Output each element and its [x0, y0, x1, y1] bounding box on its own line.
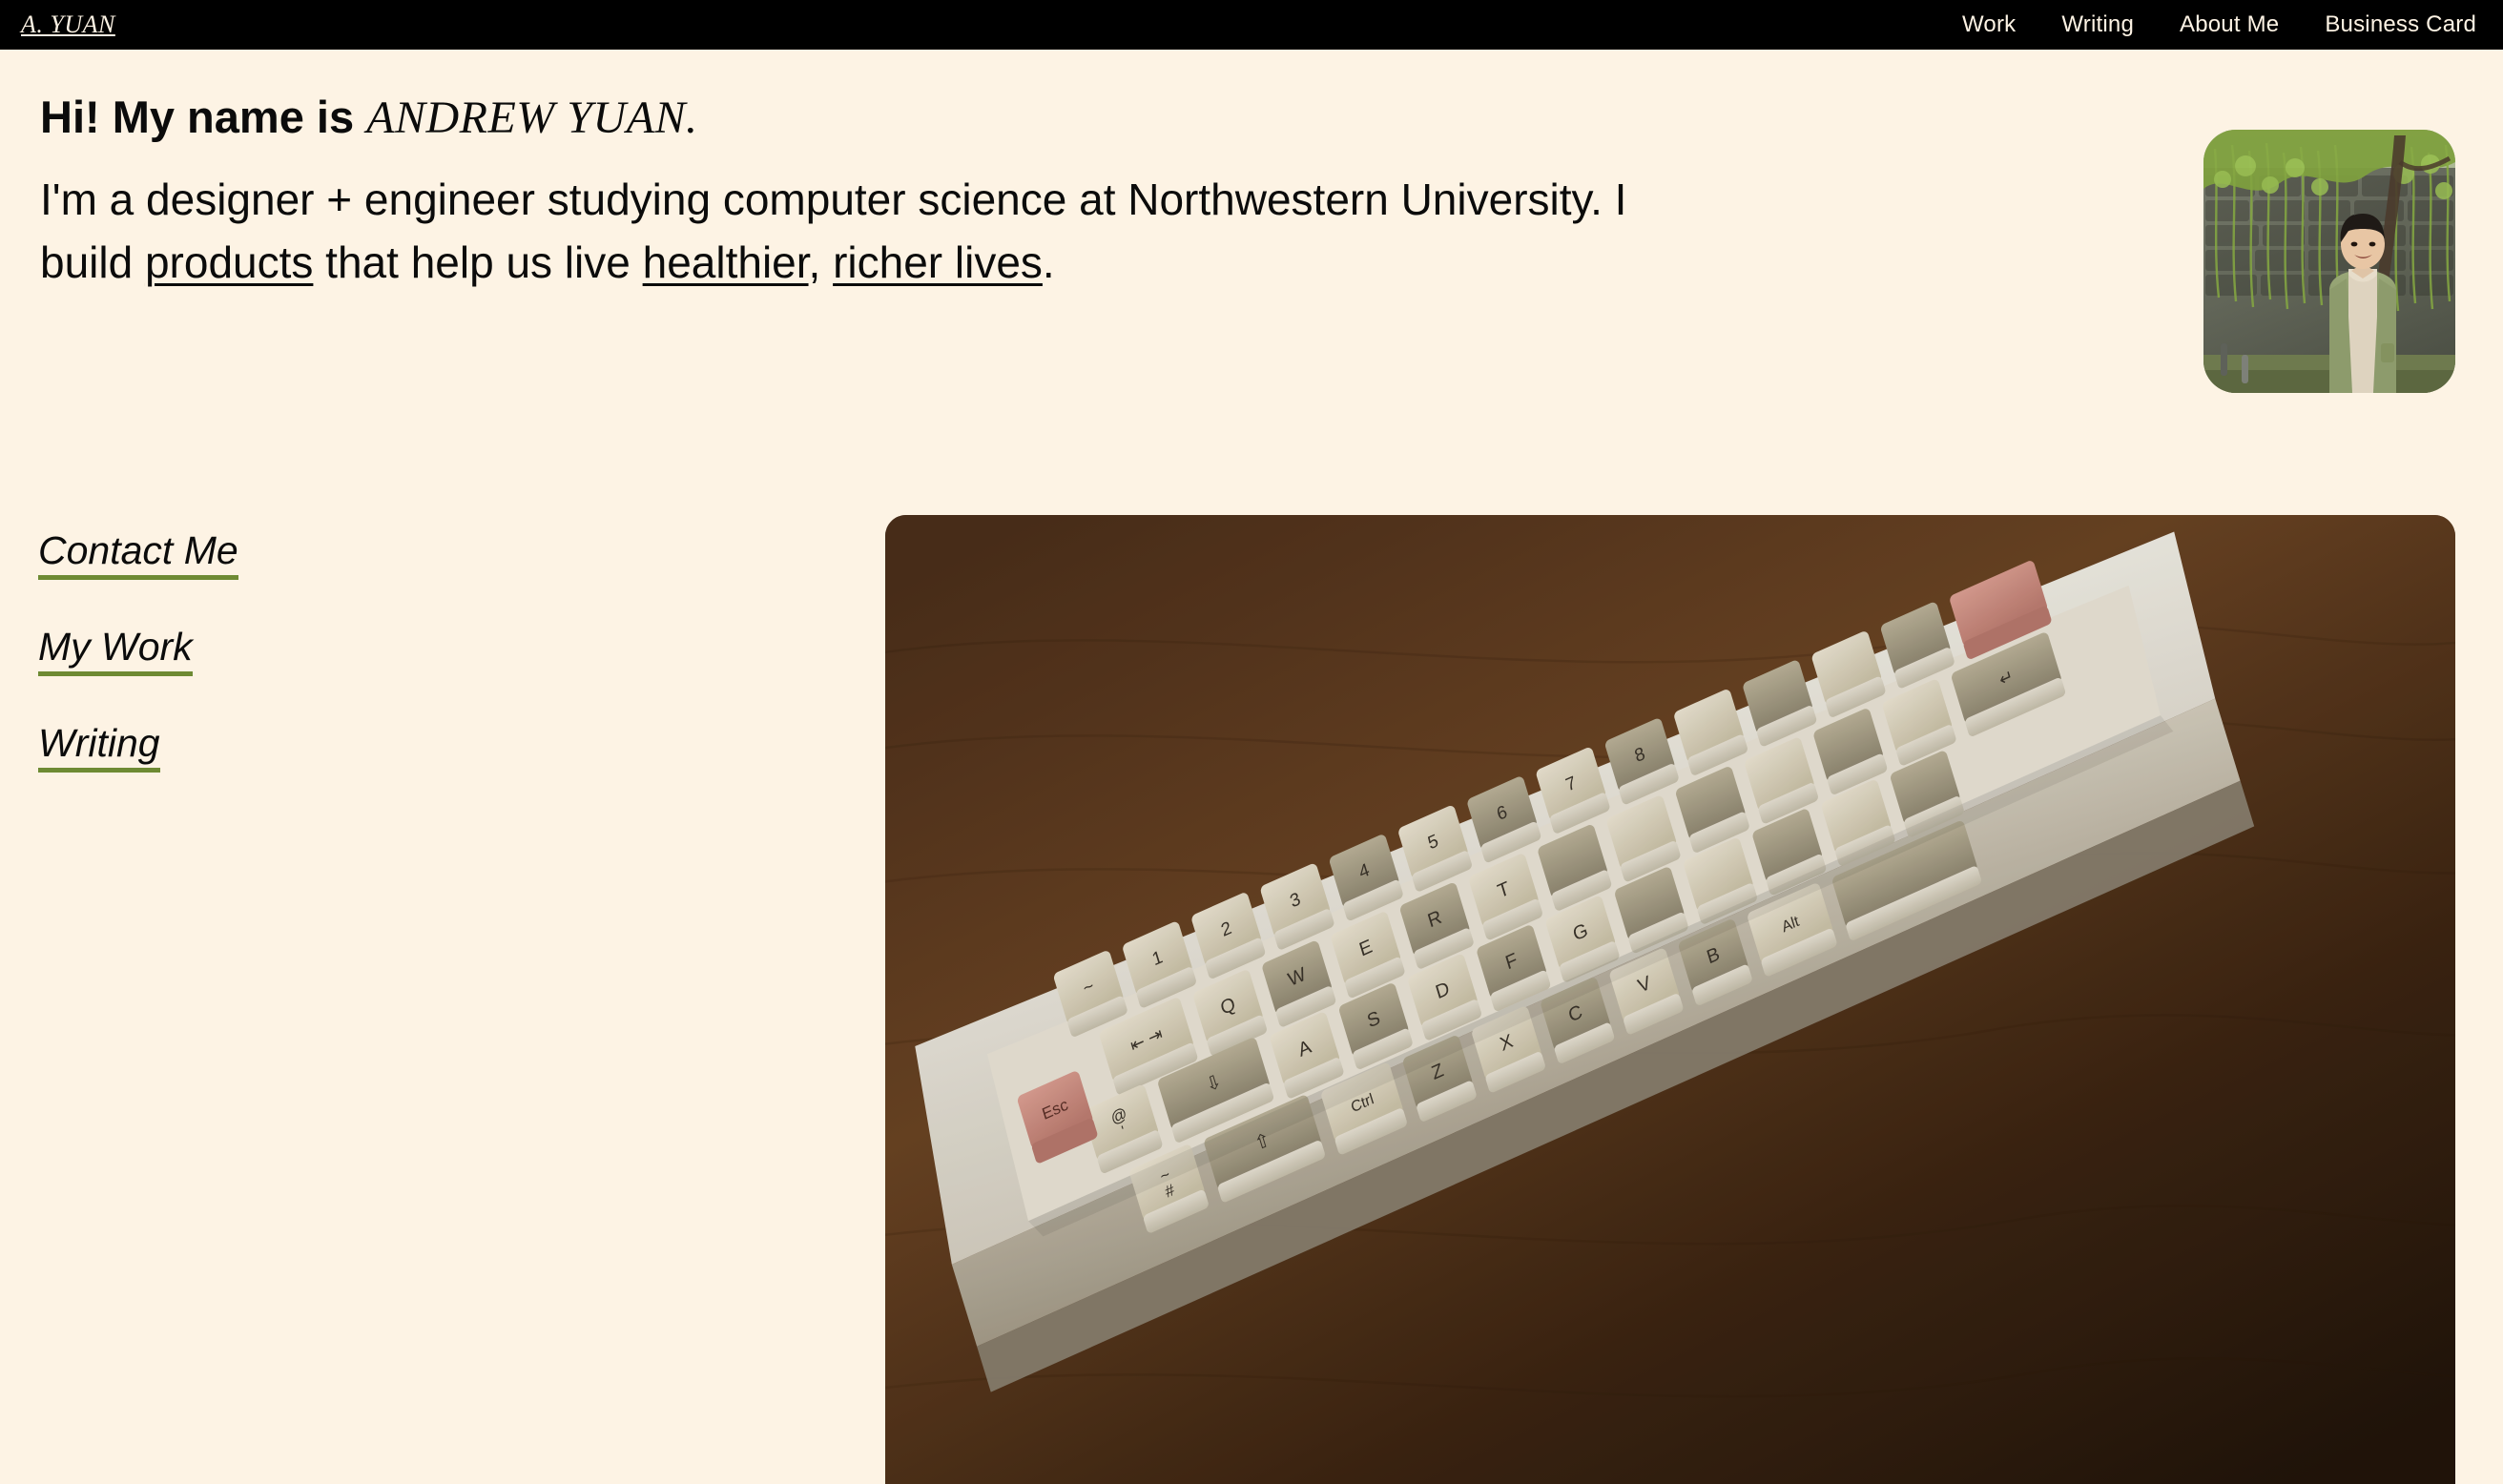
- portrait-illustration: [2203, 130, 2455, 393]
- quick-links-list: Contact Me My Work Writing: [38, 529, 238, 773]
- hero-section: Hi! My name is ANDREW YUAN. I'm a design…: [40, 92, 1719, 294]
- quick-link-contact-me[interactable]: Contact Me: [38, 529, 238, 581]
- page-title: Hi! My name is ANDREW YUAN.: [40, 92, 1719, 144]
- quick-link-my-work[interactable]: My Work: [38, 627, 193, 677]
- hero-description: I'm a designer + engineer studying compu…: [40, 169, 1662, 294]
- page-title-name: ANDREW YUAN.: [366, 93, 698, 143]
- hero-link-products[interactable]: products: [145, 237, 313, 287]
- hero-link-richer-lives[interactable]: richer lives: [833, 237, 1043, 287]
- nav-links: Work Writing About Me Business Card: [1962, 11, 2476, 38]
- nav-item-business-card[interactable]: Business Card: [2325, 11, 2476, 38]
- keyboard-illustration: ~ 1 2 3 4 5 6 7 8 ⇤ ⇥ Q W E R T ↵ @ ' ⇩ …: [885, 515, 2455, 1484]
- nav-item-writing[interactable]: Writing: [2061, 11, 2134, 38]
- nav-item-about-me[interactable]: About Me: [2180, 11, 2279, 38]
- brand-logo[interactable]: A. YUAN: [21, 10, 115, 39]
- page-title-greeting: Hi! My name is: [40, 92, 367, 142]
- nav-item-work[interactable]: Work: [1962, 11, 2016, 38]
- quick-link-writing[interactable]: Writing: [38, 723, 160, 773]
- top-navigation-bar: A. YUAN Work Writing About Me Business C…: [0, 0, 2503, 50]
- profile-portrait-image: [2203, 130, 2455, 393]
- hero-description-part3: ,: [808, 237, 834, 287]
- hero-description-part4: .: [1042, 237, 1055, 287]
- keyboard-photo: ~ 1 2 3 4 5 6 7 8 ⇤ ⇥ Q W E R T ↵ @ ' ⇩ …: [885, 515, 2455, 1484]
- hero-link-healthier[interactable]: healthier: [643, 237, 809, 287]
- hero-description-part2: that help us live: [313, 237, 643, 287]
